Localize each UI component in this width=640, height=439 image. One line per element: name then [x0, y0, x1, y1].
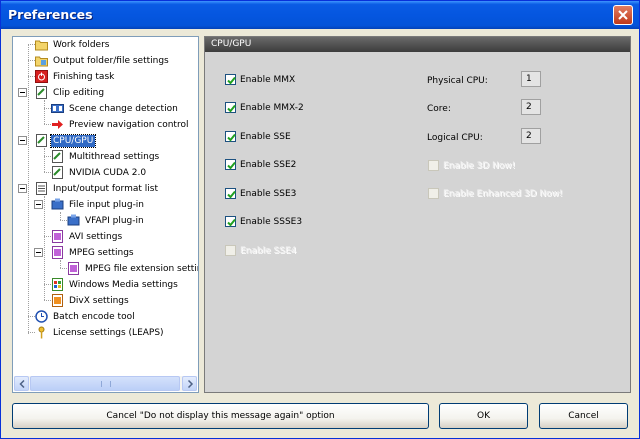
scene-detection-icon [51, 104, 64, 113]
file-input-expander[interactable] [34, 200, 43, 209]
plugin-icon [51, 198, 64, 210]
clip-editing-expander[interactable] [18, 88, 27, 97]
scroll-left-button[interactable] [14, 376, 29, 391]
tree-item-label: Scene change detection [69, 104, 178, 114]
windows-media-icon [52, 278, 63, 291]
tree-item-label: Batch encode tool [53, 312, 135, 322]
checkbox-label: Enable MMX [240, 75, 296, 85]
power-task-icon [35, 70, 48, 83]
info-value-text: 2 [526, 102, 532, 112]
checkbox-label: Enable Enhanced 3D Now! [443, 189, 563, 199]
checkbox-label: Enable SSSE3 [240, 217, 303, 227]
multithread-icon [52, 150, 63, 163]
tree-item-label: Output folder/file settings [53, 56, 169, 66]
panel-header: CPU/GPU [205, 37, 630, 52]
vfapi-plugin-icon [67, 214, 80, 226]
window-title: Preferences [8, 7, 93, 22]
checkbox-label: Enable SSE2 [240, 160, 297, 170]
format-list-expander[interactable] [18, 184, 27, 193]
checkmark-icon [227, 190, 236, 199]
tree-item-label: MPEG file extension settings [85, 264, 198, 274]
license-key-icon [38, 326, 45, 339]
clip-editing-icon [36, 86, 47, 99]
cuda-icon [52, 166, 63, 179]
folder-icon [35, 40, 48, 51]
mpeg-settings-expander[interactable] [34, 248, 43, 257]
tree-item-label: VFAPI plug-in [85, 216, 144, 226]
checkmark-icon [227, 104, 236, 113]
logical-cpu-label: Logical CPU: [427, 133, 483, 143]
batch-clock-icon [35, 310, 48, 323]
tree-item-label: Work folders [53, 40, 110, 50]
divx-icon [52, 294, 63, 307]
checkmark-icon [227, 218, 236, 227]
core-label: Core: [427, 104, 451, 114]
ok-button[interactable]: OK [439, 403, 528, 429]
tree-item-label: AVI settings [69, 232, 123, 242]
checkbox-label: Enable SSE4 [240, 246, 297, 256]
panel-title: CPU/GPU [211, 39, 252, 49]
tree-item-label: File input plug-in [69, 200, 145, 210]
scroll-thumb[interactable] [30, 376, 180, 391]
checkmark-icon [227, 76, 236, 85]
tree-item-label: Clip editing [53, 88, 105, 98]
chevron-right-icon [187, 380, 194, 388]
tree-item-label: DivX settings [69, 296, 129, 306]
cpu-gpu-expander[interactable] [18, 136, 27, 145]
tree-item-label: MPEG settings [69, 248, 134, 258]
folder-settings-icon [35, 56, 48, 67]
logical-cpu-value: 2 [521, 128, 541, 144]
avi-icon [52, 230, 63, 243]
checkmark-icon [227, 133, 236, 142]
info-value-text: 2 [526, 131, 532, 141]
settings-panel: CPU/GPU Enable MMX Enable MMX-2 Enable S… [204, 36, 631, 393]
tree-item-label: Finishing task [53, 72, 115, 82]
close-button[interactable] [613, 5, 633, 25]
tree-item-label: License settings (LEAPS) [53, 328, 164, 338]
physical-cpu-label: Physical CPU: [427, 76, 488, 86]
tree-item-label: Input/output format list [53, 184, 158, 194]
title-bar[interactable]: Preferences [1, 1, 639, 29]
scroll-right-button[interactable] [182, 376, 197, 391]
close-icon [618, 10, 628, 20]
preferences-tree[interactable]: Work folders Output folder/file settings… [12, 36, 199, 393]
checkbox-label: Enable SSE [240, 132, 291, 142]
cancel-dont-display-option-button[interactable]: Cancel "Do not display this message agai… [12, 403, 429, 429]
tree-item-label: Windows Media settings [69, 280, 178, 290]
checkbox-label: Enable 3D Now! [443, 161, 516, 171]
checkbox-label: Enable SSE3 [240, 189, 297, 199]
core-value: 2 [521, 99, 541, 115]
tree-item-label: Preview navigation control [69, 120, 189, 130]
cpu-gpu-icon [36, 134, 47, 147]
preferences-window: Preferences Work folders Output folder/f… [0, 0, 640, 439]
chevron-left-icon [19, 380, 25, 388]
tree-item-label: NVIDIA CUDA 2.0 [69, 168, 147, 178]
format-list-icon [36, 182, 47, 195]
checkbox-label: Enable MMX-2 [240, 103, 304, 113]
navigation-arrow-icon [52, 120, 63, 129]
cancel-button[interactable]: Cancel [539, 403, 628, 429]
mpeg-extension-icon [68, 262, 79, 275]
info-value-text: 1 [526, 74, 532, 84]
mpeg-icon [52, 246, 63, 259]
physical-cpu-value: 1 [521, 71, 541, 87]
checkmark-icon [227, 161, 236, 170]
tree-horizontal-scrollbar[interactable] [14, 376, 197, 391]
tree-item-label: Multithread settings [69, 152, 160, 162]
tree-item-label: CPU/GPU [49, 134, 97, 148]
